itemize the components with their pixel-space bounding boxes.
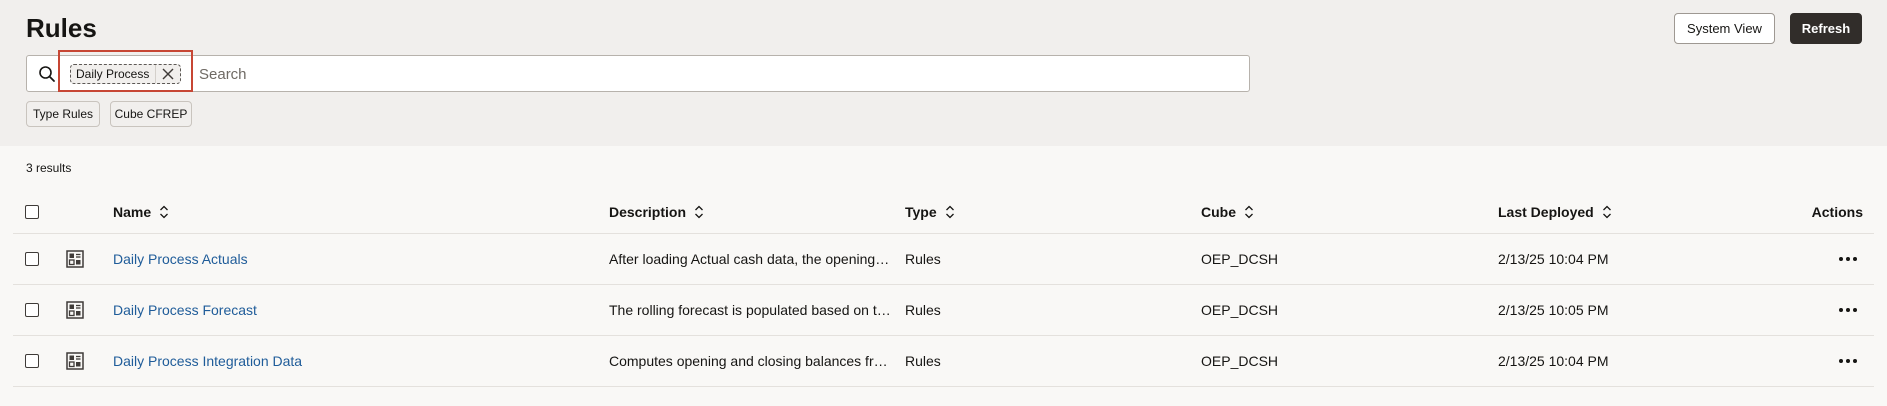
row-actions-cell xyxy=(1793,336,1863,386)
row-name[interactable]: Daily Process Actuals xyxy=(113,234,513,284)
row-checkbox[interactable] xyxy=(25,252,39,266)
row-select-cell xyxy=(25,234,45,284)
row-actions-cell xyxy=(1793,285,1863,335)
row-description: The rolling forecast is populated based … xyxy=(609,285,891,335)
table-row[interactable]: Daily Process Actuals After loading Actu… xyxy=(13,234,1874,285)
row-last-deployed: 2/13/25 10:05 PM xyxy=(1498,302,1609,318)
chip-highlight-box xyxy=(58,50,193,92)
row-last-deployed: 2/13/25 10:04 PM xyxy=(1498,251,1609,267)
column-header-name[interactable]: Name xyxy=(113,190,513,233)
refresh-button[interactable]: Refresh xyxy=(1790,13,1862,44)
sort-icon[interactable] xyxy=(159,205,169,219)
table-header-row: Name Description Type Cube Last Deployed… xyxy=(13,190,1874,234)
row-name[interactable]: Daily Process Integration Data xyxy=(113,336,513,386)
rules-table: Name Description Type Cube Last Deployed… xyxy=(13,190,1874,387)
rule-grid-icon xyxy=(66,234,88,284)
row-checkbox[interactable] xyxy=(25,303,39,317)
row-type: Rules xyxy=(905,353,941,369)
row-description-text: The rolling forecast is populated based … xyxy=(609,302,891,318)
row-type: Rules xyxy=(905,251,941,267)
rule-name-link[interactable]: Daily Process Integration Data xyxy=(113,353,302,369)
row-cube: OEP_DCSH xyxy=(1201,251,1279,267)
row-description-text: After loading Actual cash data, the open… xyxy=(609,251,891,267)
more-horizontal-icon[interactable] xyxy=(1833,249,1863,269)
column-header-description[interactable]: Description xyxy=(609,190,891,233)
row-description: Computes opening and closing balances fr… xyxy=(609,336,891,386)
row-cube: OEP_DCSH xyxy=(1201,302,1279,318)
row-description-text: Computes opening and closing balances fr… xyxy=(609,353,891,369)
table-row[interactable]: Daily Process Forecast The rolling forec… xyxy=(13,285,1874,336)
row-description: After loading Actual cash data, the open… xyxy=(609,234,891,284)
column-header-type[interactable]: Type xyxy=(905,190,1105,233)
column-header-actions: Actions xyxy=(1811,203,1863,220)
rule-grid-icon xyxy=(66,336,88,386)
search-bar[interactable]: Daily Process xyxy=(26,50,1250,92)
rule-name-link[interactable]: Daily Process Actuals xyxy=(113,251,248,267)
more-horizontal-icon[interactable] xyxy=(1833,351,1863,371)
row-actions-cell xyxy=(1793,234,1863,284)
row-select-cell xyxy=(25,285,45,335)
column-header-name-label: Name xyxy=(113,203,152,220)
page-header: Rules System View Refresh Daily Process … xyxy=(0,0,1887,146)
column-header-cube-label: Cube xyxy=(1201,203,1236,220)
system-view-button[interactable]: System View xyxy=(1674,13,1775,44)
sort-icon[interactable] xyxy=(694,205,704,219)
select-all-cell xyxy=(25,190,45,233)
row-select-cell xyxy=(25,336,45,386)
column-header-description-label: Description xyxy=(609,203,687,220)
results-count: 3 results xyxy=(26,161,72,175)
filter-chip-type[interactable]: Type Rules xyxy=(26,101,100,127)
column-header-cube[interactable]: Cube xyxy=(1201,190,1401,233)
row-checkbox[interactable] xyxy=(25,354,39,368)
table-row[interactable]: Daily Process Integration Data Computes … xyxy=(13,336,1874,387)
rule-grid-icon xyxy=(66,285,88,335)
sort-icon[interactable] xyxy=(945,205,955,219)
page-title: Rules xyxy=(26,13,97,43)
search-icon xyxy=(38,65,56,83)
column-header-type-label: Type xyxy=(905,203,937,220)
search-input[interactable] xyxy=(199,65,1239,83)
column-header-last-deployed-label: Last Deployed xyxy=(1498,203,1594,220)
row-cube: OEP_DCSH xyxy=(1201,353,1279,369)
more-horizontal-icon[interactable] xyxy=(1833,300,1863,320)
rule-name-link[interactable]: Daily Process Forecast xyxy=(113,302,257,318)
sort-icon[interactable] xyxy=(1602,205,1612,219)
filter-chip-cube[interactable]: Cube CFREP xyxy=(110,101,192,127)
row-name[interactable]: Daily Process Forecast xyxy=(113,285,513,335)
select-all-checkbox[interactable] xyxy=(25,204,39,219)
row-type: Rules xyxy=(905,302,941,318)
sort-icon[interactable] xyxy=(1244,205,1254,219)
column-header-last-deployed[interactable]: Last Deployed xyxy=(1498,190,1698,233)
row-last-deployed: 2/13/25 10:04 PM xyxy=(1498,353,1609,369)
